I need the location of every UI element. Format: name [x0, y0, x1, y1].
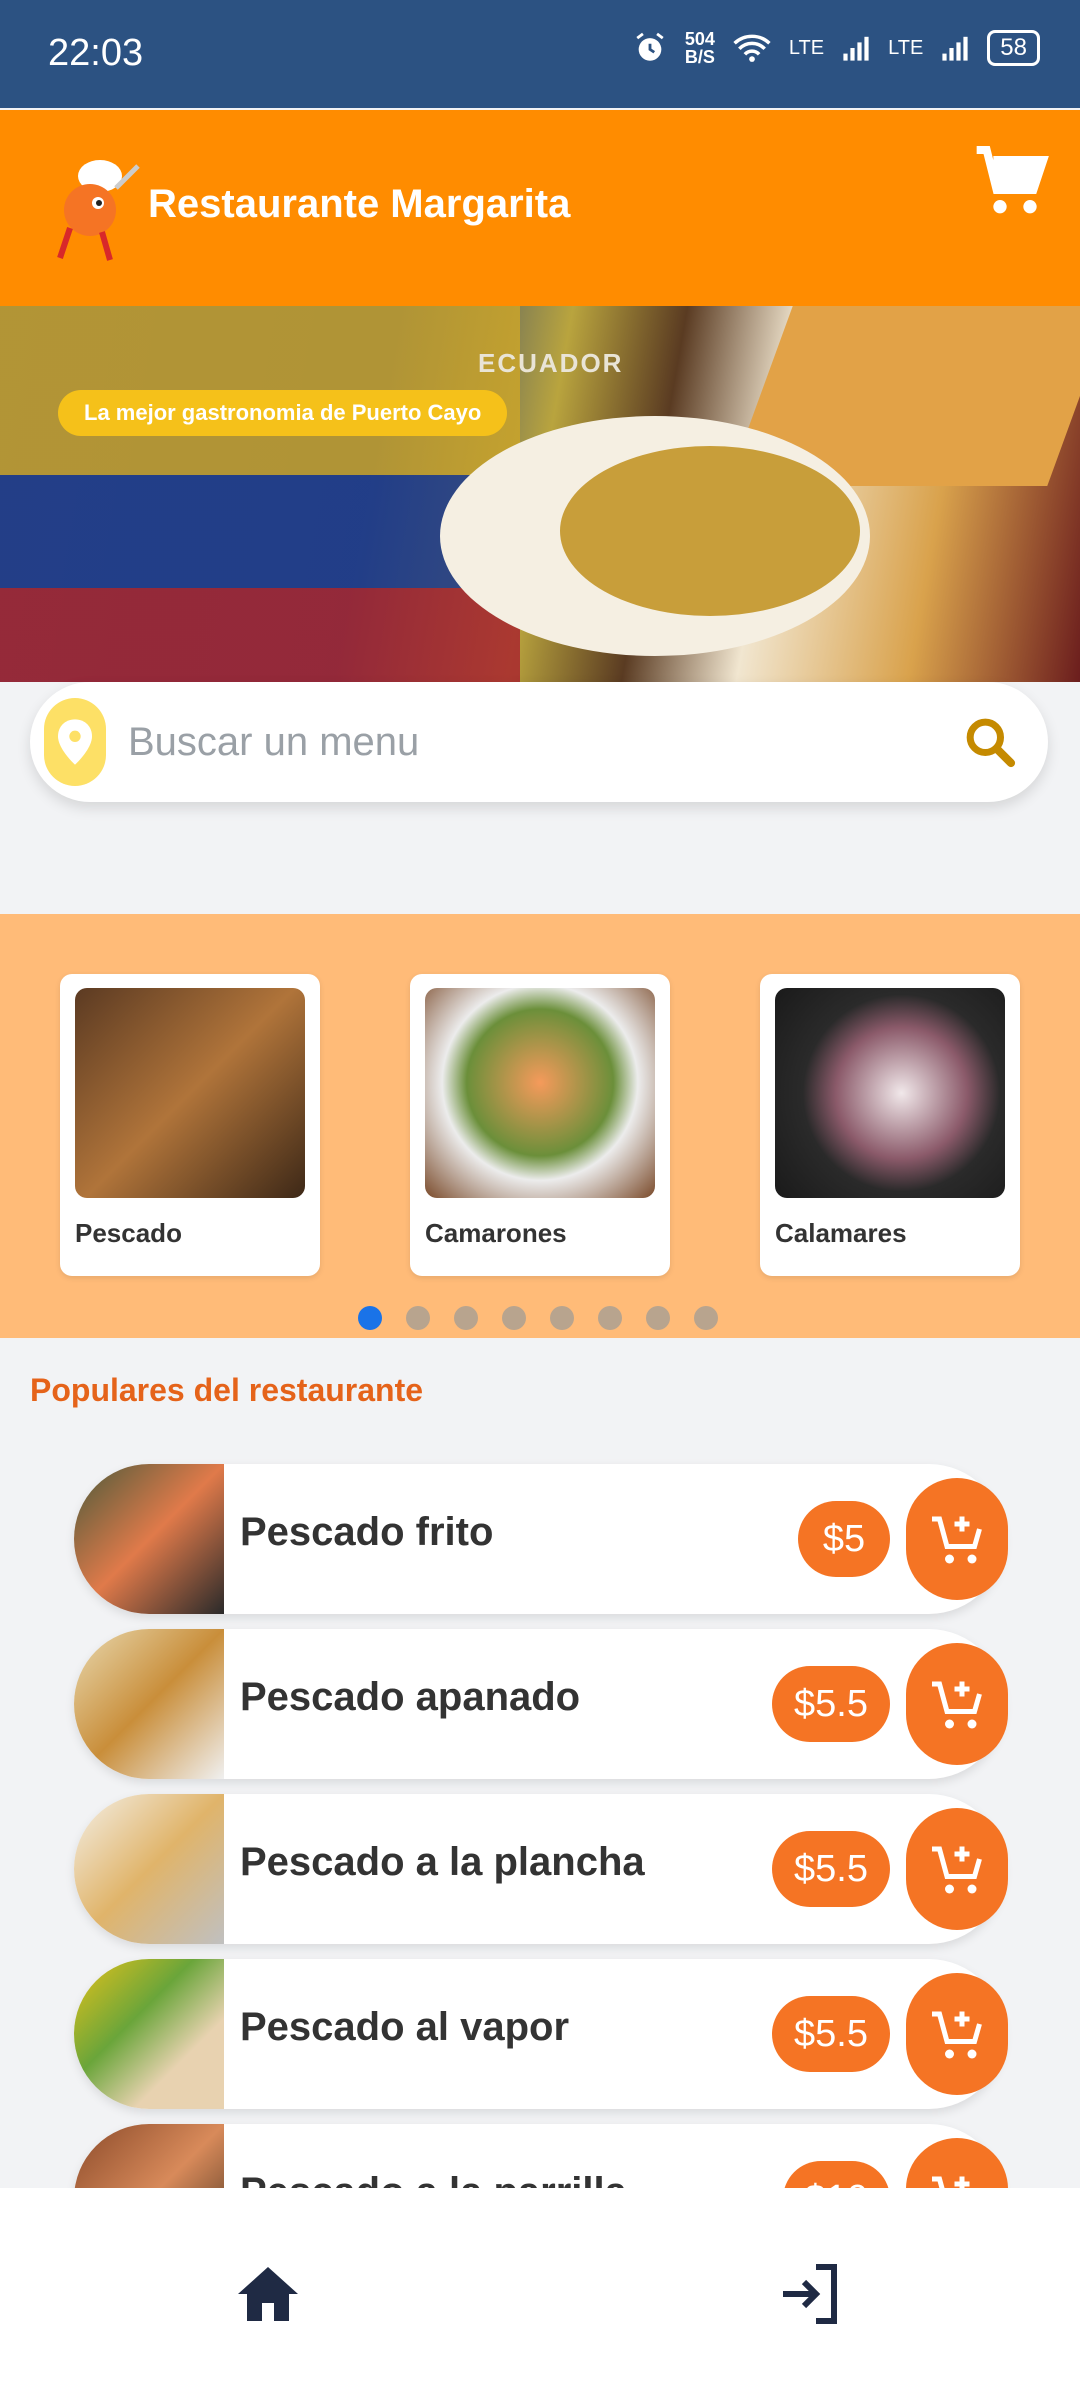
add-cart-icon [932, 2011, 982, 2059]
hero-banner: ECUADOR La mejor gastronomia de Puerto C… [0, 306, 1080, 682]
add-cart-icon [932, 1516, 982, 1564]
carousel-dot[interactable] [406, 1306, 430, 1330]
dish-name: Pescado apanado [240, 1675, 581, 1719]
dish-thumbnail [74, 1959, 224, 2109]
dish-thumbnail [74, 1794, 224, 1944]
hero-badge: La mejor gastronomia de Puerto Cayo [58, 390, 508, 436]
dish-name: Pescado frito [240, 1510, 494, 1554]
carousel-dot[interactable] [598, 1306, 622, 1330]
category-image [775, 988, 1005, 1198]
dish-name: Pescado al vapor [240, 2005, 570, 2049]
carousel-indicator[interactable] [358, 1306, 718, 1330]
add-cart-icon [932, 1681, 982, 1729]
dish-name: Pescado a la plancha [240, 1840, 645, 1884]
dish-thumbnail [74, 2124, 224, 2188]
cart-icon[interactable] [970, 140, 1050, 220]
category-image [75, 988, 305, 1198]
home-icon[interactable] [232, 2258, 304, 2330]
section-title-popular: Populares del restaurante [30, 1372, 424, 1408]
status-icons: 504 B/S LTE LTE 58 [633, 30, 1040, 66]
list-item[interactable]: Pescado apanado $5.5 [74, 1629, 1008, 1779]
category-label: Pescado [75, 1218, 182, 1248]
carousel-dot[interactable] [694, 1306, 718, 1330]
dish-name: Pescado a la parrilla [240, 2170, 627, 2188]
status-bar: 22:03 504 B/S LTE LTE 58 [0, 0, 1080, 108]
add-to-cart-button[interactable] [906, 1973, 1008, 2095]
battery-icon: 58 [987, 30, 1040, 66]
wifi-icon [733, 34, 771, 62]
category-card-camarones[interactable]: Camarones [410, 974, 670, 1276]
list-item[interactable]: Pescado a la parrilla $10 [74, 2124, 1008, 2188]
category-label: Camarones [425, 1218, 567, 1248]
dish-thumbnail [74, 1629, 224, 1779]
price-badge: $5.5 [772, 1831, 890, 1907]
price-badge: $5 [798, 1501, 890, 1577]
network-label-1: LTE [788, 36, 825, 59]
network-label-2: LTE [888, 36, 924, 59]
add-cart-icon [932, 1846, 982, 1894]
search-bar [30, 682, 1048, 802]
food-image [560, 446, 860, 616]
dish-thumbnail [74, 1464, 224, 1614]
status-time: 22:03 [48, 32, 144, 74]
bottom-navigation [0, 2188, 1080, 2400]
signal-icon-2 [942, 36, 968, 61]
category-label: Calamares [775, 1218, 907, 1248]
price-badge: $5.5 [772, 1666, 890, 1742]
price-badge: $10 [782, 2161, 890, 2188]
category-carousel: Pescado Camarones Calamares [0, 914, 1080, 1338]
search-input[interactable] [126, 706, 950, 778]
search-icon[interactable] [962, 714, 1018, 770]
add-to-cart-button[interactable] [906, 1478, 1008, 1600]
add-to-cart-button[interactable] [906, 2138, 1008, 2188]
flag-background [0, 306, 520, 682]
mascot-logo [57, 160, 140, 261]
price-badge: $5.5 [772, 1996, 890, 2072]
location-pin-icon[interactable] [44, 698, 106, 786]
list-item[interactable]: Pescado frito $5 [74, 1464, 1008, 1614]
carousel-dot[interactable] [646, 1306, 670, 1330]
popular-list: Pescado frito $5 Pescado apanado $5.5 Pe… [0, 1456, 1080, 2188]
list-item[interactable]: Pescado a la plancha $5.5 [74, 1794, 1008, 1944]
add-cart-icon [932, 2176, 970, 2188]
category-card-calamares[interactable]: Calamares [760, 974, 1020, 1276]
alarm-icon [636, 32, 664, 61]
add-to-cart-button[interactable] [906, 1643, 1008, 1765]
carousel-dot[interactable] [454, 1306, 478, 1330]
list-item[interactable]: Pescado al vapor $5.5 [74, 1959, 1008, 2109]
app-title: Restaurante Margarita [148, 182, 571, 226]
carousel-dot[interactable] [502, 1306, 526, 1330]
net-speed: 504 B/S [684, 29, 715, 67]
category-card-pescado[interactable]: Pescado [60, 974, 320, 1276]
add-to-cart-button[interactable] [906, 1808, 1008, 1930]
carousel-dot[interactable] [550, 1306, 574, 1330]
hero-overlay-text: ECUADOR [478, 348, 624, 378]
app-header: Restaurante Margarita [0, 110, 1080, 306]
login-icon[interactable] [774, 2258, 846, 2330]
category-image [425, 988, 655, 1198]
carousel-dot[interactable] [358, 1306, 382, 1330]
signal-icon [843, 36, 869, 61]
